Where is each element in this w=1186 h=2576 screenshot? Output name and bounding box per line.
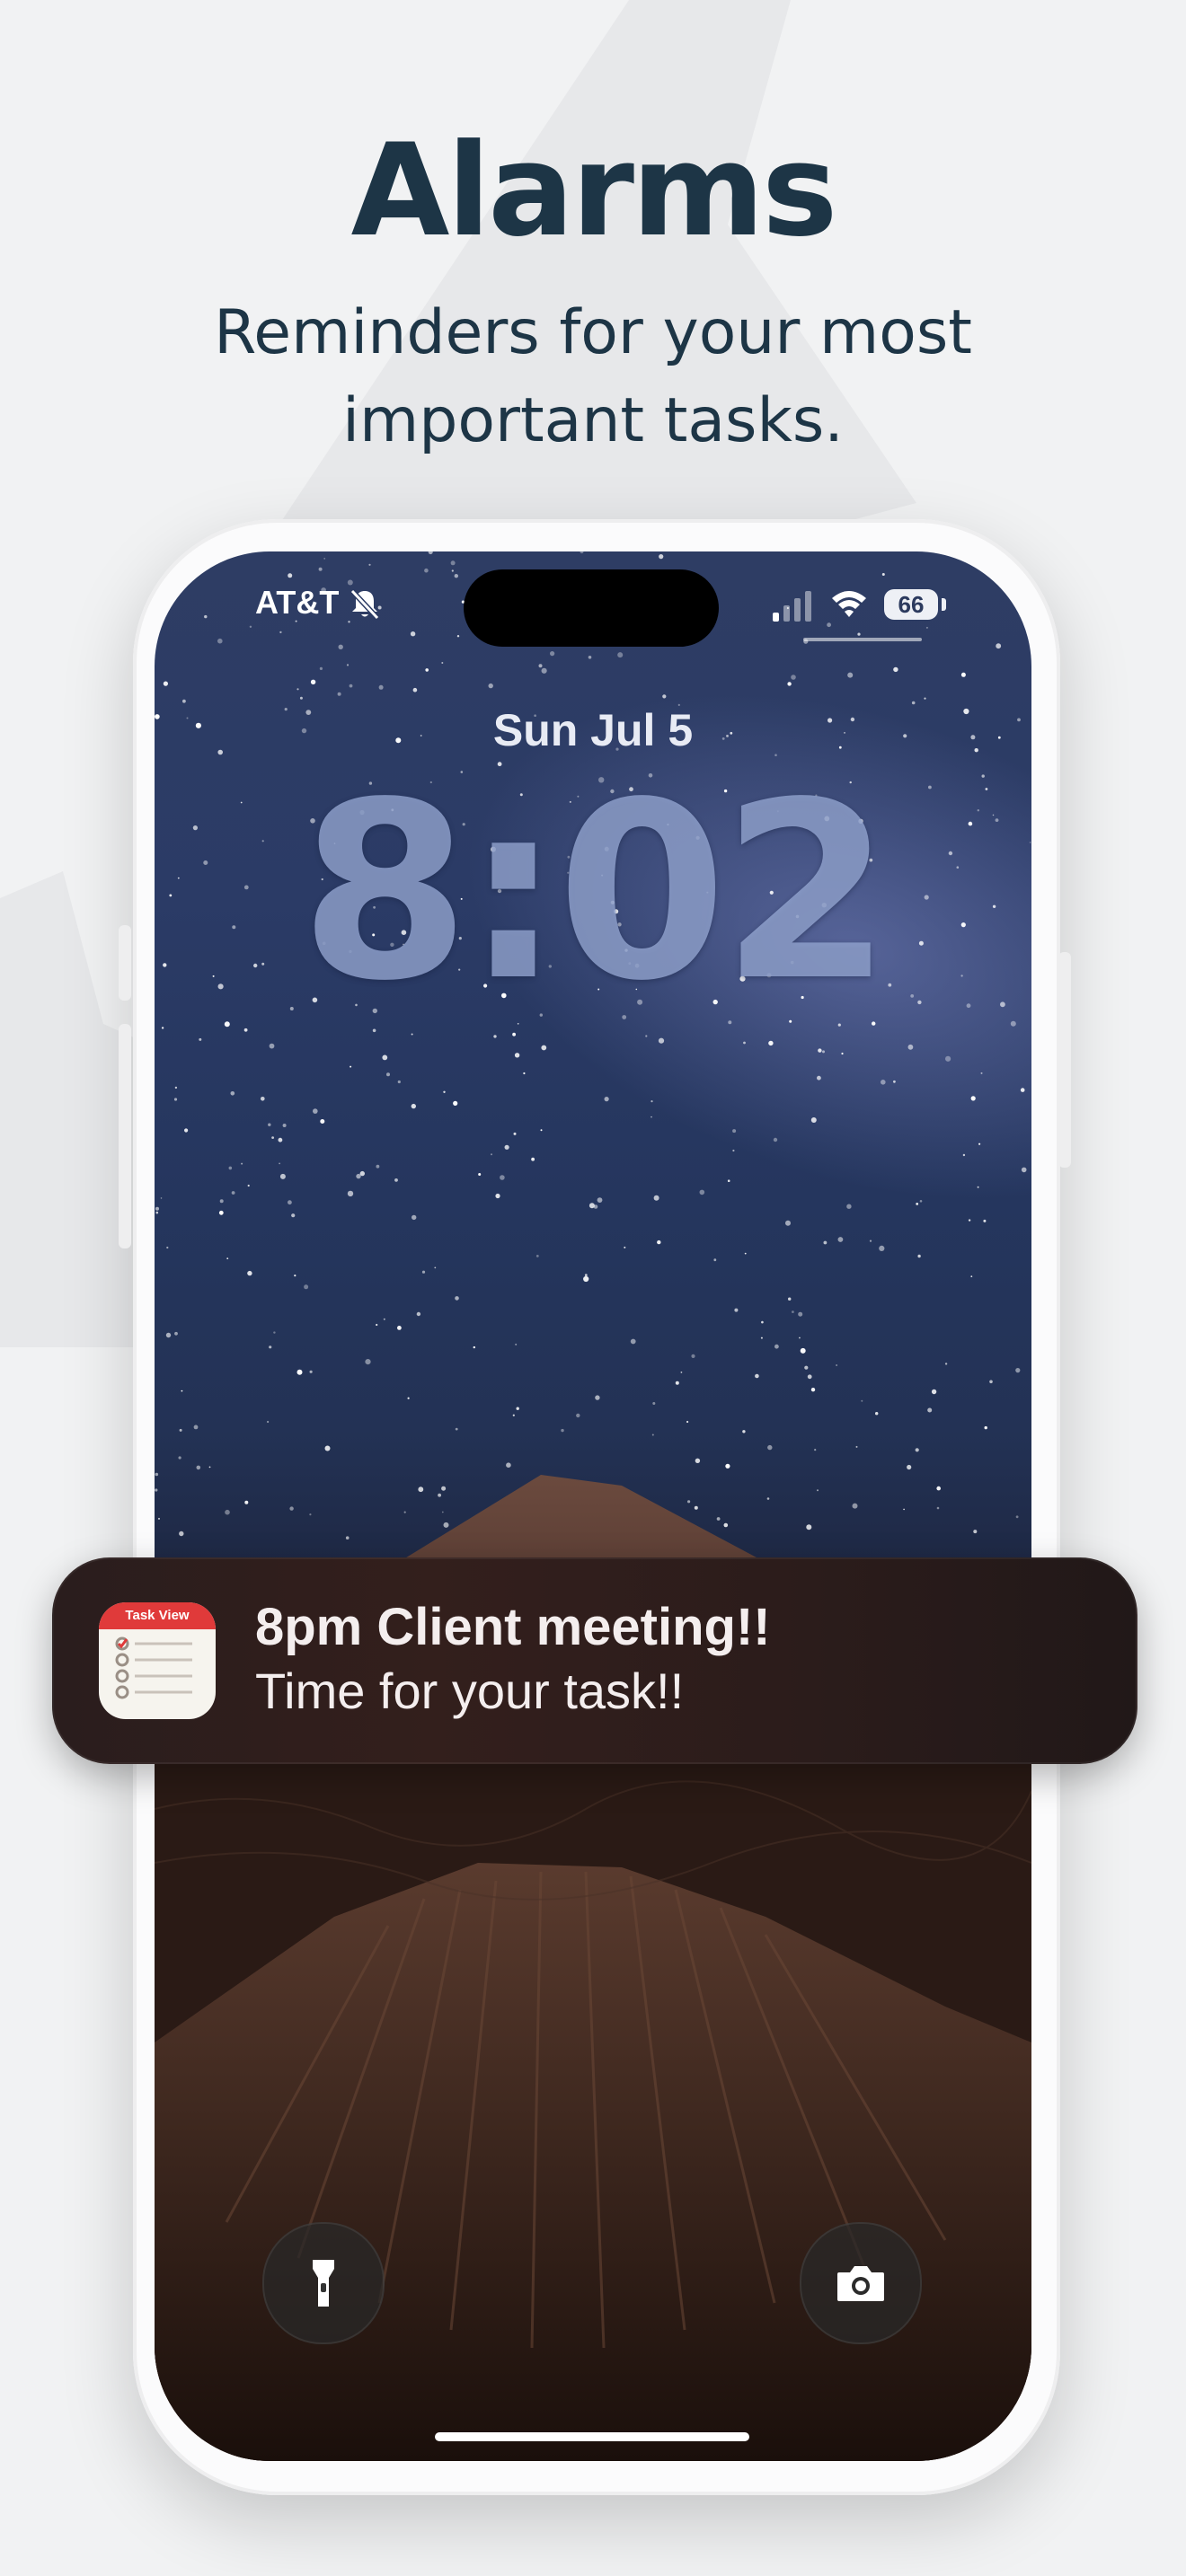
battery-tip: [942, 598, 946, 611]
app-icon-label: Task View: [99, 1602, 216, 1629]
action-button: [119, 925, 131, 1001]
lock-date: Sun Jul 5: [492, 705, 694, 755]
volume-down-button: [119, 1114, 131, 1248]
page-title: Alarms: [350, 117, 838, 265]
cellular-signal-icon: [773, 591, 811, 622]
lock-time: 8:02: [299, 751, 892, 1035]
page-subtitle: Reminders for your most important tasks.: [0, 289, 1186, 465]
flashlight-button[interactable]: [262, 2222, 385, 2344]
status-bar-swipe-indicator: [803, 638, 922, 641]
dynamic-island: [464, 569, 719, 647]
bell-slash-icon: [350, 588, 380, 621]
subtitle-line-2: important tasks.: [342, 385, 844, 456]
notification-title: 8pm Client meeting!!: [255, 1598, 771, 1656]
wifi-icon: [832, 591, 866, 617]
camera-button[interactable]: [800, 2222, 922, 2344]
subtitle-line-1: Reminders for your most: [214, 297, 972, 368]
lock-screen: AT&T 66 Sun Jul 5 8:02: [155, 551, 1031, 2461]
checklist-icon: [115, 1636, 192, 1699]
home-indicator[interactable]: [435, 2432, 749, 2441]
flashlight-icon: [313, 2260, 334, 2307]
battery-indicator: 66: [884, 589, 938, 620]
carrier-label: AT&T: [255, 584, 340, 621]
notification-body: Time for your task!!: [255, 1663, 685, 1719]
power-button: [1058, 952, 1071, 1168]
notification-banner[interactable]: Task View 8pm Client meeting!! Time for …: [52, 1557, 1137, 1764]
task-view-app-icon: Task View: [99, 1602, 216, 1719]
camera-icon: [837, 2266, 884, 2301]
